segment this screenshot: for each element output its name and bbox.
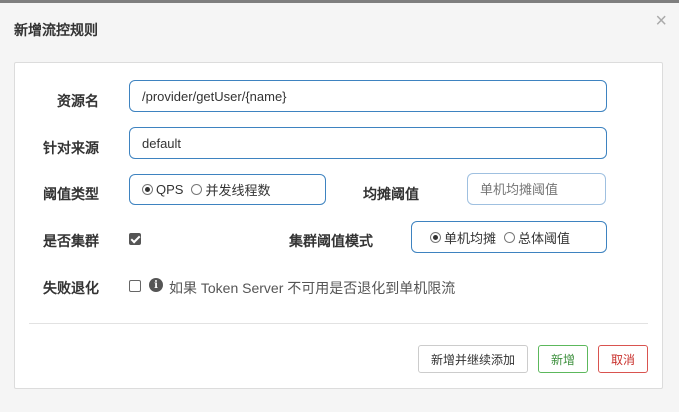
form-panel: 资源名 /provider/getUser/{name} 针对来源 defaul… (14, 62, 663, 389)
grade-option-label: QPS (156, 182, 184, 197)
cluster-mode-radio-avg-local[interactable]: 单机均摊 (430, 228, 496, 247)
grade-radio-group: QPS 并发线程数 (129, 174, 326, 205)
share-threshold-input[interactable] (467, 173, 606, 205)
cluster-label: 是否集群 (43, 233, 99, 249)
radio-unselected-icon (504, 231, 516, 243)
add-flow-rule-dialog: 新增流控规则 × 资源名 /provider/getUser/{name} 针对… (0, 0, 679, 412)
divider (29, 323, 648, 324)
radio-selected-icon (430, 231, 441, 243)
resource-label: 资源名 (57, 93, 99, 109)
cluster-mode-radio-global[interactable]: 总体阈值 (504, 228, 570, 247)
grade-radio-threads[interactable]: 并发线程数 (191, 180, 270, 199)
fallback-checkbox[interactable] (129, 280, 141, 292)
cluster-mode-option-label: 总体阈值 (518, 230, 571, 246)
close-icon[interactable]: × (655, 11, 667, 31)
limit-app-input[interactable]: default (129, 127, 607, 159)
add-and-continue-button[interactable]: 新增并继续添加 (418, 345, 528, 373)
add-button[interactable]: 新增 (538, 345, 588, 373)
cluster-mode-label: 集群阈值模式 (289, 233, 373, 249)
fallback-help-text: 如果 Token Server 不可用是否退化到单机限流 (169, 280, 456, 296)
cluster-checkbox[interactable] (129, 233, 141, 245)
cancel-button[interactable]: 取消 (598, 345, 648, 373)
grade-option-label: 并发线程数 (205, 183, 271, 198)
info-icon: i (149, 278, 163, 292)
radio-selected-icon (142, 184, 153, 195)
grade-radio-qps[interactable]: QPS (142, 182, 183, 197)
limit-app-label: 针对来源 (43, 140, 99, 156)
share-threshold-label: 均摊阈值 (363, 186, 419, 202)
radio-unselected-icon (191, 184, 203, 195)
grade-label: 阈值类型 (43, 186, 99, 202)
resource-input[interactable]: /provider/getUser/{name} (129, 80, 607, 112)
fallback-label: 失败退化 (43, 280, 99, 296)
dialog-title: 新增流控规则 (14, 22, 98, 38)
cluster-mode-radio-group: 单机均摊 总体阈值 (411, 221, 607, 253)
cluster-mode-option-label: 单机均摊 (444, 230, 497, 246)
